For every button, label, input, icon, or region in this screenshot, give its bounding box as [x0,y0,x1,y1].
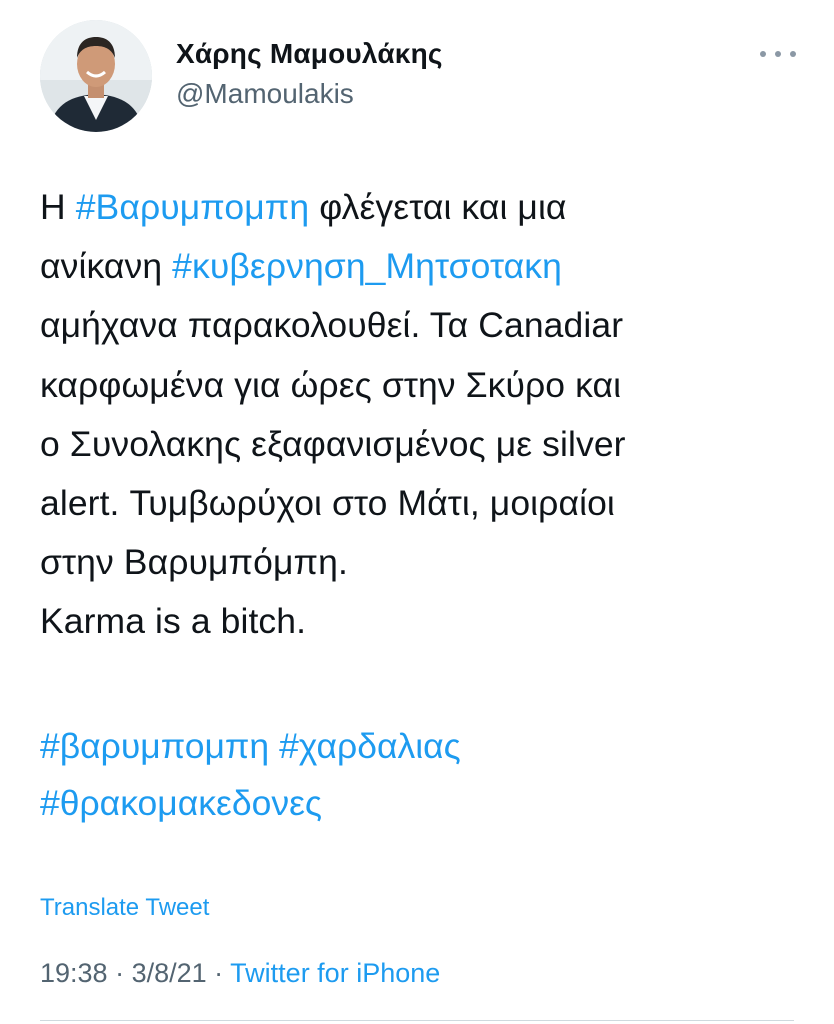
tweet-text-segment: ανίκανη [40,246,173,287]
tweet-line: ο Συνολακης εξαφανισμένος με silver [40,415,810,474]
tweet-text-segment: αμήχανα παρακολουθεί. Τα Canadiar [40,305,624,346]
dot-icon [775,51,781,57]
tweet-date[interactable]: 3/8/21 [132,958,207,988]
tweet-text-segment: φλέγεται και μια [309,187,567,227]
hashtag-link[interactable]: #βαρυμπομπη [40,726,269,766]
dot-icon [760,51,766,57]
profile-photo-icon [40,20,152,132]
tweet-text: Η #Βαρυμπομπη φλέγεται και μια ανίκανη #κ… [40,178,810,652]
hashtag-line: #βαρυμπομπη #χαρδαλιας [40,718,810,775]
hashtag-line: #θρακομακεδονες [40,775,810,832]
tweet-line: ανίκανη #κυβερνηση_Μητσοτακη [40,237,810,296]
author-avatar[interactable] [40,20,152,132]
tweet-text-segment: στην Βαρυμπόμπη. [40,542,348,583]
tweet-line: Karma is a bitch. [40,592,810,651]
tweet-line: Η #Βαρυμπομπη φλέγεται και μια [40,178,810,237]
tweet-meta: 19:38 · 3/8/21 · Twitter for iPhone [40,958,440,989]
tweet-text-segment: Η [40,187,76,227]
tweet-text-segment: alert. Τυμβωρύχοι στο Μάτι, μοιραίοι [40,483,615,524]
more-options-icon[interactable] [760,46,796,62]
tweet-card: Χάρης Μαμουλάκης @Mamoulakis Η #Βαρυμπομ… [0,0,834,1024]
tweet-text-segment: καρφωμένα για ώρες στην Σκύρο και [40,364,622,405]
tweet-hashtags: #βαρυμπομπη #χαρδαλιας #θρακομακεδονες [40,718,810,832]
hashtag-link[interactable]: #Βαρυμπομπη [76,187,310,227]
hashtag-link[interactable]: #θρακομακεδονες [40,783,322,823]
hashtag-link[interactable]: #χαρδαλιας [279,726,461,766]
divider [40,1020,794,1021]
meta-separator: · [206,958,231,988]
tweet-line: καρφωμένα για ώρες στην Σκύρο και [40,356,810,415]
tweet-text-segment: Karma is a bitch. [40,601,307,642]
tweet-text-segment: ο Συνολακης εξαφανισμένος με silver [40,423,626,464]
tweet-line: αμήχανα παρακολουθεί. Τα Canadiar [40,296,810,355]
tweet-time[interactable]: 19:38 [40,958,108,988]
meta-separator: · [107,958,132,988]
translate-tweet-link[interactable]: Translate Tweet [40,894,209,922]
hashtag-link[interactable]: #κυβερνηση_Μητσοτακη [172,246,562,286]
author-name[interactable]: Χάρης Μαμουλάκης [176,38,443,70]
author-handle[interactable]: @Mamoulakis [176,78,354,110]
dot-icon [790,51,796,57]
tweet-line: στην Βαρυμπόμπη. [40,533,810,592]
tweet-source[interactable]: Twitter for iPhone [230,958,440,988]
tweet-line: alert. Τυμβωρύχοι στο Μάτι, μοιραίοι [40,474,810,533]
